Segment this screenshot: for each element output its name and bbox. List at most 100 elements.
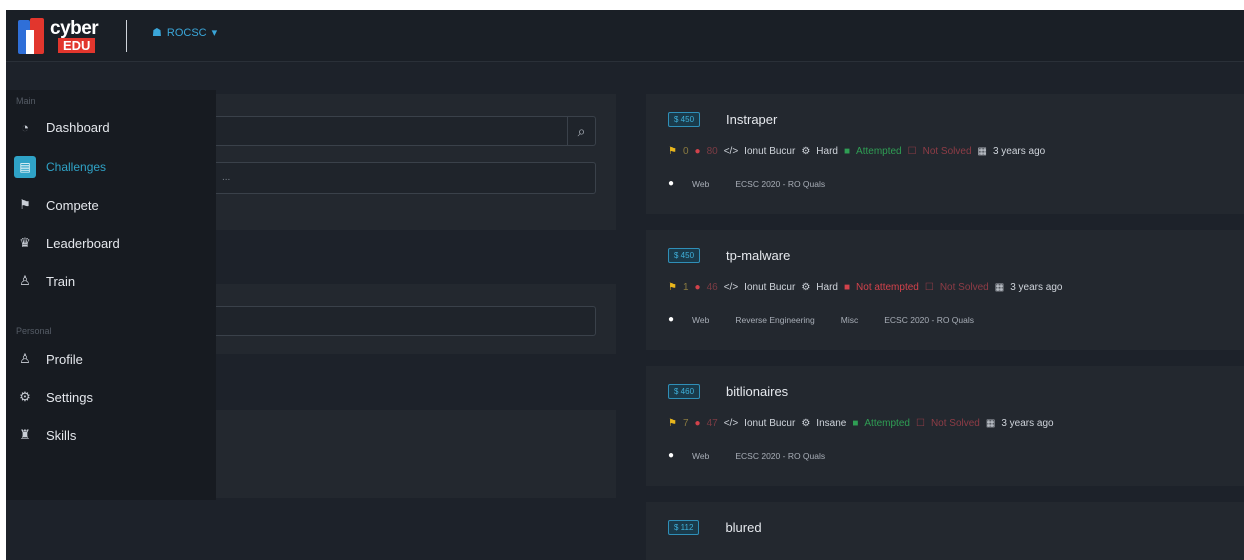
gauge-icon: ◔	[21, 119, 29, 135]
sidebar-item-challenges[interactable]: ▤ Challenges	[6, 152, 216, 182]
challenge-card[interactable]: $ 112 blured	[646, 502, 1244, 560]
solves-count: 46	[706, 282, 718, 293]
sidebar-section-main: Main	[16, 96, 36, 106]
calendar-icon: ▦	[994, 282, 1005, 293]
sidebar-section-personal: Personal	[16, 326, 52, 336]
challenge-title[interactable]: Instraper	[726, 112, 777, 127]
flag-count: 7	[682, 418, 689, 429]
flag-icon: ⚑	[668, 418, 677, 429]
calendar-icon: ▦	[977, 146, 987, 157]
chevron-down-icon: ▾	[211, 27, 218, 39]
difficulty: Hard	[816, 282, 838, 293]
topbar-divider	[126, 20, 127, 52]
skills-icon: ♜	[19, 427, 31, 442]
challenge-card[interactable]: $ 450 tp-malware ⚑ 1 ● 46 </> Ionut Bucur ⚙…	[646, 230, 1244, 350]
solves-count: 47	[706, 418, 718, 429]
sidebar-item-label: Skills	[46, 427, 77, 443]
sidebar-item-skills[interactable]: ♜ Skills	[6, 420, 216, 450]
gears-icon: ⚙	[801, 282, 811, 293]
settings-icon: ⚙	[19, 389, 31, 404]
flag-icon: ⚑	[668, 146, 677, 157]
solves-icon: ●	[694, 146, 701, 157]
created-time: 3 years ago	[1001, 418, 1054, 429]
challenge-title[interactable]: blured	[725, 520, 761, 535]
logo-text-top: cyber	[50, 18, 99, 39]
tag[interactable]: Web	[692, 451, 709, 461]
created-time: 3 years ago	[1010, 282, 1063, 293]
tertiary-filter-panel	[216, 410, 616, 498]
challenge-card[interactable]: $ 460 bitlionaires ⚑ 7 ● 47 </> Ionut Bucur…	[646, 366, 1244, 486]
tag[interactable]: Misc	[841, 315, 858, 325]
gears-icon: ⚙	[801, 146, 811, 157]
challenge-card[interactable]: $ 450 Instraper ⚑ 0 ● 80 </> Ionut Bucur ⚙ H…	[646, 94, 1244, 214]
top-navbar: cyber EDU ☗ ROCSC ▾	[6, 10, 1244, 62]
search-icon[interactable]: ⌕	[567, 117, 595, 145]
sidebar-item-train[interactable]: ♙ Train	[6, 266, 216, 296]
sidebar-item-label: Settings	[46, 389, 93, 405]
checkbox-icon: ☐	[915, 418, 925, 429]
code-icon: </>	[723, 146, 739, 157]
user-icon: ♙	[19, 351, 31, 366]
sidebar-item-label: Train	[46, 273, 76, 289]
sidebar-item-label: Dashboard	[46, 119, 110, 135]
solves-count: 80	[706, 146, 718, 157]
author: Ionut Bucur	[744, 282, 796, 293]
solve-status: Not Solved	[930, 418, 980, 429]
search-input[interactable]: ⌕	[216, 116, 596, 146]
sidebar-item-dashboard[interactable]: ◔ Dashboard	[6, 112, 216, 142]
lock-icon: ■	[843, 282, 851, 293]
logo-wordmark: cyber EDU	[44, 18, 110, 54]
tag[interactable]: Reverse Engineering	[735, 315, 814, 325]
cyberedu-logo[interactable]: cyber EDU	[16, 16, 126, 58]
tag[interactable]: ECSC 2020 - RO Quals	[884, 315, 974, 325]
challenge-title[interactable]: bitlionaires	[726, 384, 788, 399]
challenges-icon: ▤	[14, 156, 36, 178]
app-frame: cyber EDU ☗ ROCSC ▾ Main ◔ Dashboard ▤ C…	[6, 10, 1244, 560]
author: Ionut Bucur	[744, 418, 796, 429]
group-icon: ☗	[152, 27, 162, 39]
filter-input[interactable]	[216, 306, 596, 336]
points-badge: $ 112	[668, 520, 700, 535]
attempt-status: Attempted	[864, 418, 910, 429]
flag-icon: ⚑	[668, 282, 677, 293]
solve-status: Not Solved	[922, 146, 972, 157]
sidebar-item-label: Profile	[46, 351, 83, 367]
calendar-icon: ▦	[985, 418, 996, 429]
attempt-status: Not attempted	[856, 282, 919, 293]
sidebar: Main ◔ Dashboard ▤ Challenges ⚑ Compete …	[6, 90, 216, 500]
category-select[interactable]: ...	[216, 162, 596, 194]
solves-icon: ●	[694, 418, 701, 429]
points-badge: $ 450	[668, 112, 701, 127]
lock-icon: ■	[843, 146, 851, 157]
challenge-title[interactable]: tp-malware	[726, 248, 790, 263]
sidebar-item-label: Compete	[46, 197, 99, 213]
org-label: ROCSC	[166, 26, 207, 39]
trophy-icon: ♛	[19, 235, 31, 250]
attempt-status: Attempted	[856, 146, 902, 157]
checkbox-icon: ☐	[924, 282, 934, 293]
points-badge: $ 450	[668, 248, 701, 263]
sidebar-item-label: Challenges	[46, 160, 107, 174]
code-icon: </>	[723, 282, 739, 293]
lock-icon: ■	[852, 418, 859, 429]
difficulty: Insane	[816, 418, 847, 429]
checkbox-icon: ☐	[907, 146, 917, 157]
tag[interactable]: ECSC 2020 - RO Quals	[735, 179, 825, 189]
tag-icon: ●	[668, 450, 675, 461]
sidebar-item-leaderboard[interactable]: ♛ Leaderboard	[6, 228, 216, 258]
select-value: ...	[222, 172, 231, 183]
tag[interactable]: ECSC 2020 - RO Quals	[735, 451, 825, 461]
sidebar-item-compete[interactable]: ⚑ Compete	[6, 190, 216, 220]
train-icon: ♙	[19, 273, 31, 288]
tag-icon: ●	[668, 178, 675, 189]
code-icon: </>	[723, 418, 739, 429]
solves-icon: ●	[694, 282, 701, 293]
tag[interactable]: Web	[692, 315, 709, 325]
sidebar-item-settings[interactable]: ⚙ Settings	[6, 382, 216, 412]
tag[interactable]: Web	[692, 179, 709, 189]
points-badge: $ 460	[668, 384, 701, 399]
org-switcher[interactable]: ☗ ROCSC ▾	[152, 26, 218, 40]
difficulty: Hard	[816, 146, 838, 157]
sidebar-item-profile[interactable]: ♙ Profile	[6, 344, 216, 374]
sidebar-item-label: Leaderboard	[46, 235, 120, 251]
